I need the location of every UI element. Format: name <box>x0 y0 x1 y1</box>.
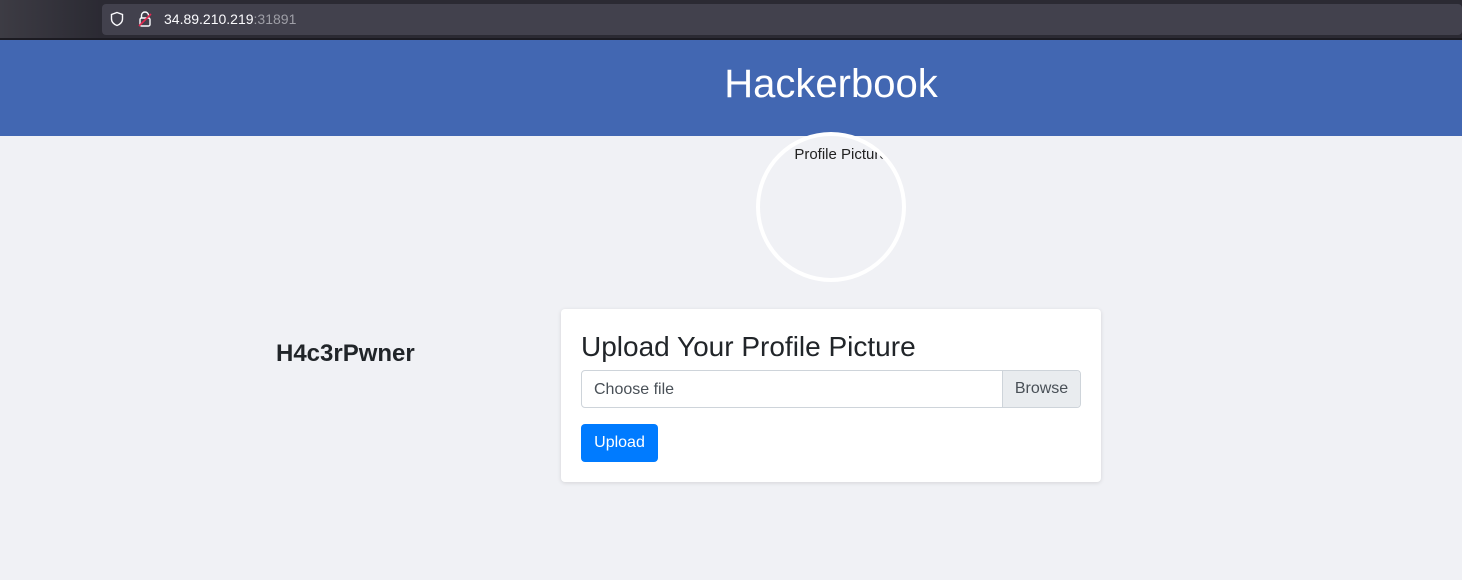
tab-strip <box>0 0 100 40</box>
url-text[interactable]: 34.89.210.219:31891 <box>164 11 296 27</box>
upload-button[interactable]: Upload <box>581 424 658 462</box>
card-title: Upload Your Profile Picture <box>581 331 916 362</box>
profile-picture: Profile Picture <box>756 132 906 282</box>
browser-toolbar: 34.89.210.219:31891 <box>0 0 1462 40</box>
site-title: Hackerbook <box>724 62 938 106</box>
lock-icon[interactable] <box>137 10 153 28</box>
file-placeholder: Choose file <box>594 381 675 398</box>
browse-button[interactable]: Browse <box>1002 371 1080 407</box>
url-port: :31891 <box>253 11 297 27</box>
profile-picture-alt: Profile Picture <box>794 146 888 163</box>
url-host: 34.89.210.219 <box>164 11 254 27</box>
file-input[interactable]: Choose file Browse <box>581 370 1081 408</box>
site-header: Hackerbook <box>0 40 1462 136</box>
shield-icon[interactable] <box>109 11 125 27</box>
username: H4c3rPwner <box>276 340 415 367</box>
url-bar[interactable] <box>102 4 1462 35</box>
upload-card: Upload Your Profile Picture Choose file … <box>561 309 1101 482</box>
